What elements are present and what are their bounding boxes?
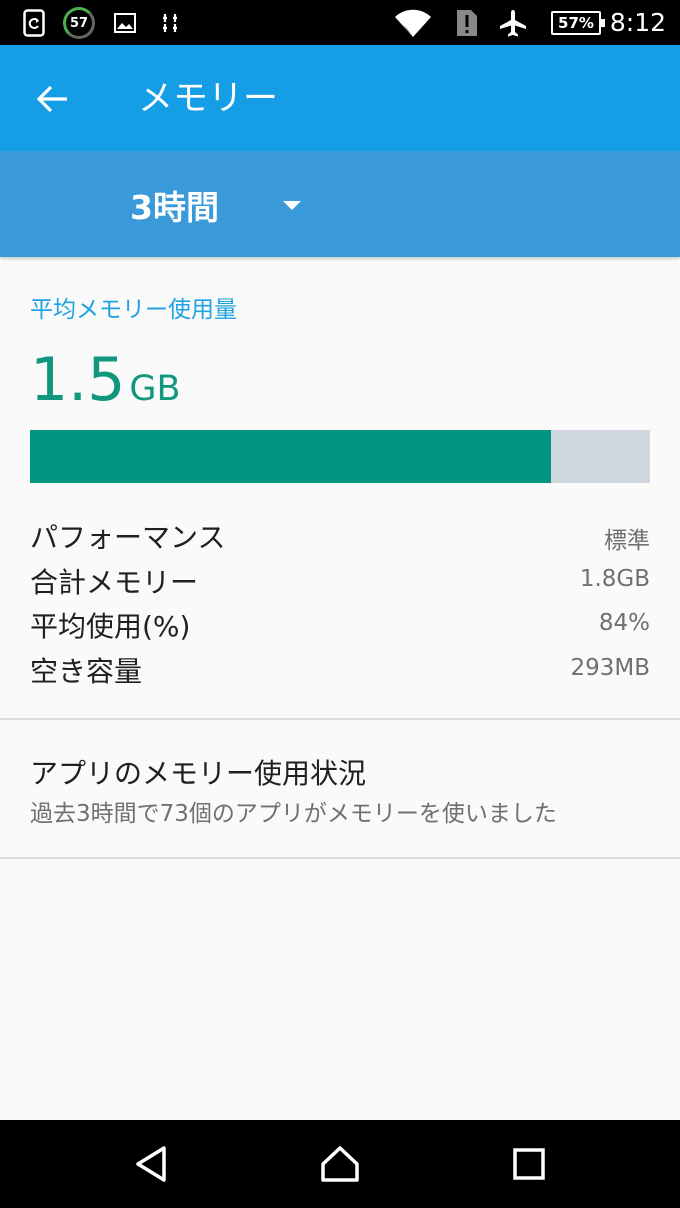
range-bar: 3時間 [0,151,680,257]
app-bar: メモリー [0,45,680,151]
stat-row-total-memory: 合計メモリー 1.8GB [30,559,650,604]
caret-down-icon [283,201,301,210]
triangle-back-icon [136,1146,166,1182]
stat-value: 標準 [604,528,650,554]
usb-debug-icon [158,8,182,38]
image-icon [113,8,137,38]
navigation-bar [0,1120,680,1208]
wifi-icon [393,8,433,38]
nav-recents-button[interactable] [489,1134,569,1194]
stat-row-free-space: 空き容量 293MB [30,648,650,693]
average-memory-value: 1.5 GB [30,345,181,430]
arrow-left-icon [36,85,67,113]
memory-usage-bar [30,430,650,483]
memory-usage-fill [30,430,551,483]
nav-home-button[interactable] [300,1134,380,1194]
back-button[interactable] [22,75,82,123]
notif-badge-count: 57 [69,15,89,31]
app-memory-usage-item[interactable]: アプリのメモリー使用状況 過去3時間で73個のアプリがメモリーを使いました [0,720,680,857]
time-range-label: 3時間 [130,188,219,227]
nav-back-button[interactable] [111,1134,191,1194]
progress-ring-icon: 57 [62,7,96,39]
battery-icon: 57% [548,8,605,38]
status-time: 8:12 [609,8,666,37]
stat-row-performance: パフォーマンス 標準 [30,514,650,559]
stat-row-average-usage: 平均使用(%) 84% [30,603,650,648]
stat-label: パフォーマンス [30,521,226,554]
status-bar: 57 57% 8:12 [0,0,680,45]
page-title: メモリー [138,79,279,119]
square-recents-icon [513,1148,545,1180]
time-range-dropdown[interactable]: 3時間 [130,179,320,231]
battery-percent: 57% [558,14,594,32]
section-title: 平均メモリー使用量 [30,297,237,323]
airplane-icon [497,8,529,38]
stat-label: 空き容量 [30,654,143,688]
stat-value: 84% [598,610,650,637]
stat-label: 合計メモリー [30,565,199,599]
sync-icon [23,8,45,38]
sim-alert-icon [454,8,480,38]
memory-stats-list: パフォーマンス 標準 合計メモリー 1.8GB 平均使用(%) 84% 空き容量… [30,514,650,692]
average-memory-number: 1.5 [30,345,126,415]
stat-value: 1.8GB [579,565,650,592]
stat-value: 293MB [570,654,650,681]
home-icon [321,1146,359,1182]
average-memory-unit: GB [129,369,181,409]
stat-label: 平均使用(%) [30,610,191,644]
divider [0,857,680,859]
app-memory-usage-subtitle: 過去3時間で73個のアプリがメモリーを使いました [30,801,557,827]
app-memory-usage-title: アプリのメモリー使用状況 [30,757,367,790]
